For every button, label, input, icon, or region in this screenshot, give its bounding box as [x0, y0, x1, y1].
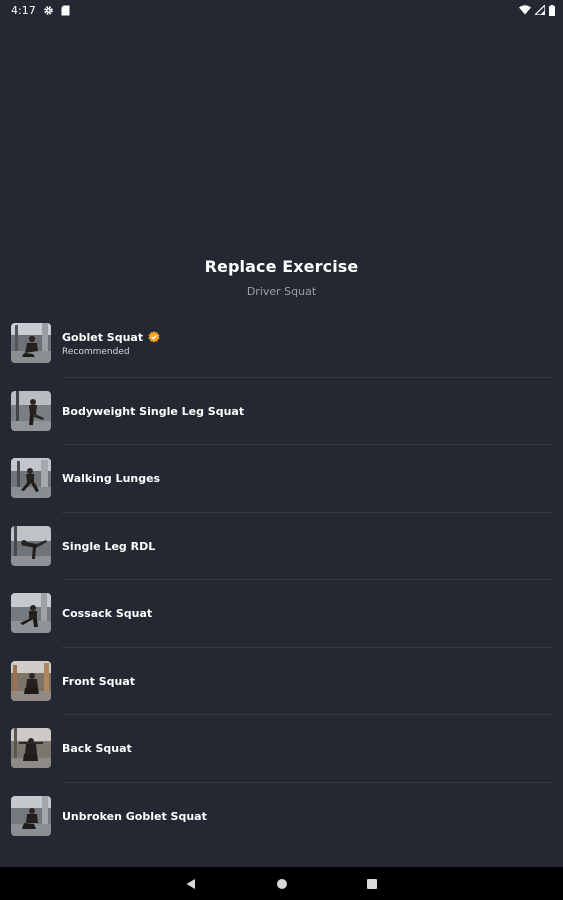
- exercise-name: Back Squat: [62, 742, 132, 756]
- exercise-thumbnail: [11, 795, 51, 836]
- exercise-name: Single Leg RDL: [62, 539, 156, 553]
- home-icon[interactable]: [267, 869, 297, 899]
- status-time: 4:17: [11, 3, 36, 17]
- exercise-item-single-leg-rdl[interactable]: Single Leg RDL: [0, 513, 563, 580]
- back-icon[interactable]: [176, 869, 206, 899]
- exercise-item-goblet-squat[interactable]: Goblet Squat Recommended: [0, 310, 563, 378]
- exercise-item-back-squat[interactable]: Back Squat: [0, 715, 563, 783]
- exercise-thumbnail: [11, 323, 51, 363]
- exercise-name: Unbroken Goblet Squat: [62, 809, 207, 823]
- page-title: Replace Exercise: [204, 257, 359, 276]
- exercise-name: Walking Lunges: [62, 472, 161, 486]
- exercise-thumbnail: [11, 660, 51, 701]
- cellular-signal-icon: [535, 5, 545, 15]
- exercise-name: Goblet Squat: [62, 330, 144, 344]
- exercise-item-front-squat[interactable]: Front Squat: [0, 648, 563, 715]
- exercise-item-walking-lunges[interactable]: Walking Lunges: [0, 445, 563, 513]
- battery-icon: [549, 4, 555, 16]
- status-bar: 4:17: [0, 0, 563, 20]
- status-bar-left: 4:17: [11, 4, 70, 17]
- exercise-thumbnail: [11, 728, 51, 768]
- gear-icon: [43, 5, 54, 16]
- exercise-subtitle: Recommended: [62, 346, 130, 357]
- exercise-thumbnail: [11, 593, 51, 633]
- exercise-item-unbroken-goblet-squat[interactable]: Unbroken Goblet Squat: [0, 783, 563, 851]
- exercise-thumbnail: [11, 458, 51, 498]
- exercise-item-cossack-squat[interactable]: Cossack Squat: [0, 580, 563, 648]
- page-subtitle: Driver Squat: [246, 285, 317, 298]
- exercise-thumbnail: [11, 525, 51, 566]
- exercise-list: Goblet Squat Recommended Bodyweight Sing…: [0, 310, 563, 850]
- wifi-icon: [519, 5, 531, 15]
- exercise-thumbnail: [11, 390, 51, 431]
- recommended-badge-icon: [148, 331, 160, 343]
- recents-icon[interactable]: [357, 869, 387, 899]
- exercise-item-bodyweight-single-leg-squat[interactable]: Bodyweight Single Leg Squat: [0, 378, 563, 445]
- exercise-name: Front Squat: [62, 674, 136, 688]
- exercise-name: Cossack Squat: [62, 607, 153, 621]
- status-bar-right: [519, 4, 555, 16]
- navigation-bar: [0, 867, 563, 900]
- exercise-name: Bodyweight Single Leg Squat: [62, 404, 245, 418]
- sim-card-icon: [61, 5, 70, 16]
